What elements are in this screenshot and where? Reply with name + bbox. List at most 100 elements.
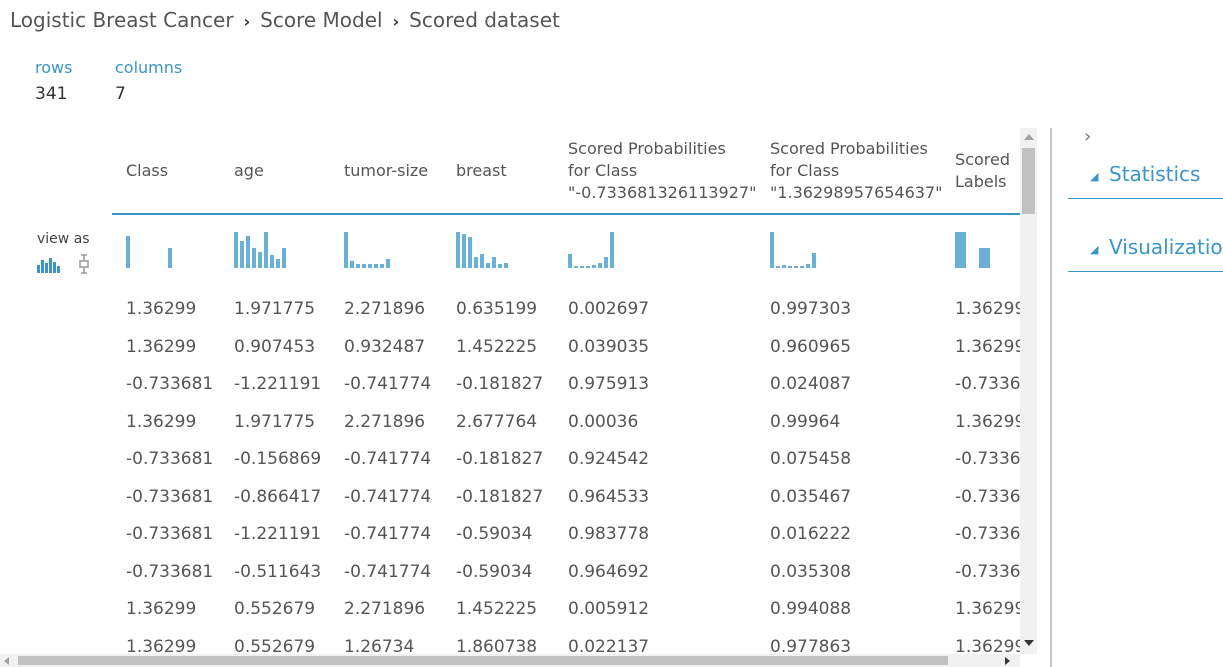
table-cell[interactable]: 0.005912	[568, 599, 649, 619]
table-cell[interactable]: -0.733681	[126, 562, 213, 582]
visualization-section[interactable]: ◢ Visualization	[1068, 227, 1223, 272]
table-cell[interactable]: -0.733681	[126, 524, 213, 544]
column-header[interactable]: Class	[126, 128, 226, 214]
table-cell[interactable]: 1.36299	[955, 637, 1020, 655]
scroll-down-icon[interactable]	[1024, 640, 1034, 646]
table-cell[interactable]: 2.271896	[344, 412, 425, 432]
table-cell[interactable]: 0.960965	[770, 337, 851, 357]
table-cell[interactable]: 1.452225	[456, 599, 537, 619]
table-cell[interactable]: 0.552679	[234, 637, 315, 655]
table-cell[interactable]: -0.181827	[456, 487, 543, 507]
vertical-scrollbar[interactable]	[1020, 128, 1037, 654]
column-histogram[interactable]	[770, 232, 850, 268]
table-cell[interactable]: 0.039035	[568, 337, 649, 357]
table-cell[interactable]: 0.924542	[568, 449, 649, 469]
table-cell[interactable]: -0.7336	[955, 562, 1020, 582]
column-histogram[interactable]	[234, 232, 314, 268]
table-cell[interactable]: -1.221191	[234, 524, 321, 544]
column-header[interactable]: Scored Labels	[955, 128, 1020, 214]
column-histogram[interactable]	[126, 232, 206, 268]
data-grid[interactable]: Class age tumor-size breast Scored Probabili…	[112, 128, 1020, 654]
column-header[interactable]: Scored Probabilities for Class "1.36298957…	[770, 128, 950, 214]
column-header[interactable]: breast	[456, 128, 561, 214]
column-header[interactable]: age	[234, 128, 334, 214]
table-cell[interactable]: 1.36299	[955, 599, 1020, 619]
table-cell[interactable]: 0.002697	[568, 299, 649, 319]
table-cell[interactable]: 0.635199	[456, 299, 537, 319]
table-cell[interactable]: 1.36299	[126, 412, 196, 432]
scroll-right-icon[interactable]	[1005, 657, 1010, 665]
table-cell[interactable]: 1.452225	[456, 337, 537, 357]
column-header[interactable]: tumor-size	[344, 128, 449, 214]
table-cell[interactable]: 0.022137	[568, 637, 649, 655]
table-cell[interactable]: 0.035308	[770, 562, 851, 582]
table-cell[interactable]: 0.035467	[770, 487, 851, 507]
statistics-section[interactable]: ◢ Statistics	[1068, 154, 1223, 199]
table-cell[interactable]: 0.994088	[770, 599, 851, 619]
table-cell[interactable]: 2.677764	[456, 412, 537, 432]
table-cell[interactable]: 0.99964	[770, 412, 840, 432]
table-cell[interactable]: -0.866417	[234, 487, 321, 507]
table-cell[interactable]: 0.00036	[568, 412, 638, 432]
table-cell[interactable]: -0.7336	[955, 449, 1020, 469]
table-cell[interactable]: 0.075458	[770, 449, 851, 469]
table-cell[interactable]: -0.181827	[456, 449, 543, 469]
table-cell[interactable]: -1.221191	[234, 374, 321, 394]
table-cell[interactable]: 1.36299	[126, 337, 196, 357]
table-cell[interactable]: -0.181827	[456, 374, 543, 394]
table-cell[interactable]: -0.741774	[344, 487, 431, 507]
table-cell[interactable]: -0.733681	[126, 487, 213, 507]
scroll-left-icon[interactable]	[4, 657, 9, 665]
table-cell[interactable]: -0.59034	[456, 562, 532, 582]
table-cell[interactable]: -0.741774	[344, 449, 431, 469]
table-cell[interactable]: 1.971775	[234, 412, 315, 432]
table-cell[interactable]: 0.907453	[234, 337, 315, 357]
table-cell[interactable]: 1.36299	[955, 299, 1020, 319]
table-cell[interactable]: 1.36299	[955, 412, 1020, 432]
vertical-scroll-thumb[interactable]	[1022, 148, 1035, 214]
table-cell[interactable]: 1.36299	[955, 337, 1020, 357]
table-cell[interactable]: 1.36299	[126, 299, 196, 319]
breadcrumb-item-module[interactable]: Score Model	[260, 8, 382, 32]
column-histogram[interactable]	[955, 232, 1020, 268]
table-cell[interactable]: -0.7336	[955, 374, 1020, 394]
table-cell[interactable]: -0.733681	[126, 449, 213, 469]
column-header[interactable]: Scored Probabilities for Class "-0.7336813…	[568, 128, 763, 214]
horizontal-scroll-thumb[interactable]	[18, 656, 948, 665]
table-cell[interactable]: 1.971775	[234, 299, 315, 319]
table-cell[interactable]: -0.733681	[126, 374, 213, 394]
table-cell[interactable]: 0.964692	[568, 562, 649, 582]
scroll-up-icon[interactable]	[1024, 134, 1034, 140]
column-histogram[interactable]	[568, 232, 648, 268]
table-cell[interactable]: 0.552679	[234, 599, 315, 619]
table-cell[interactable]: -0.741774	[344, 374, 431, 394]
table-cell[interactable]: 0.983778	[568, 524, 649, 544]
table-cell[interactable]: 1.26734	[344, 637, 414, 655]
horizontal-scrollbar[interactable]	[0, 654, 1020, 667]
table-cell[interactable]: 0.964533	[568, 487, 649, 507]
table-cell[interactable]: -0.156869	[234, 449, 321, 469]
table-cell[interactable]: -0.7336	[955, 487, 1020, 507]
table-cell[interactable]: 0.932487	[344, 337, 425, 357]
table-cell[interactable]: -0.7336	[955, 524, 1020, 544]
table-cell[interactable]: 1.36299	[126, 599, 196, 619]
column-histogram[interactable]	[456, 232, 536, 268]
table-cell[interactable]: 0.997303	[770, 299, 851, 319]
collapse-panel-icon[interactable]: ›	[1084, 126, 1091, 147]
table-cell[interactable]: 2.271896	[344, 299, 425, 319]
table-cell[interactable]: -0.741774	[344, 524, 431, 544]
table-cell[interactable]: -0.741774	[344, 562, 431, 582]
column-histogram[interactable]	[344, 232, 424, 268]
table-cell[interactable]: 0.975913	[568, 374, 649, 394]
table-cell[interactable]: 0.024087	[770, 374, 851, 394]
breadcrumb-item-experiment[interactable]: Logistic Breast Cancer	[10, 8, 234, 32]
table-cell[interactable]: 0.016222	[770, 524, 851, 544]
histogram-icon[interactable]	[37, 258, 60, 273]
table-cell[interactable]: -0.511643	[234, 562, 321, 582]
boxplot-icon[interactable]	[79, 254, 89, 274]
table-cell[interactable]: 2.271896	[344, 599, 425, 619]
table-cell[interactable]: -0.59034	[456, 524, 532, 544]
table-cell[interactable]: 1.860738	[456, 637, 537, 655]
table-cell[interactable]: 0.977863	[770, 637, 851, 655]
table-cell[interactable]: 1.36299	[126, 637, 196, 655]
